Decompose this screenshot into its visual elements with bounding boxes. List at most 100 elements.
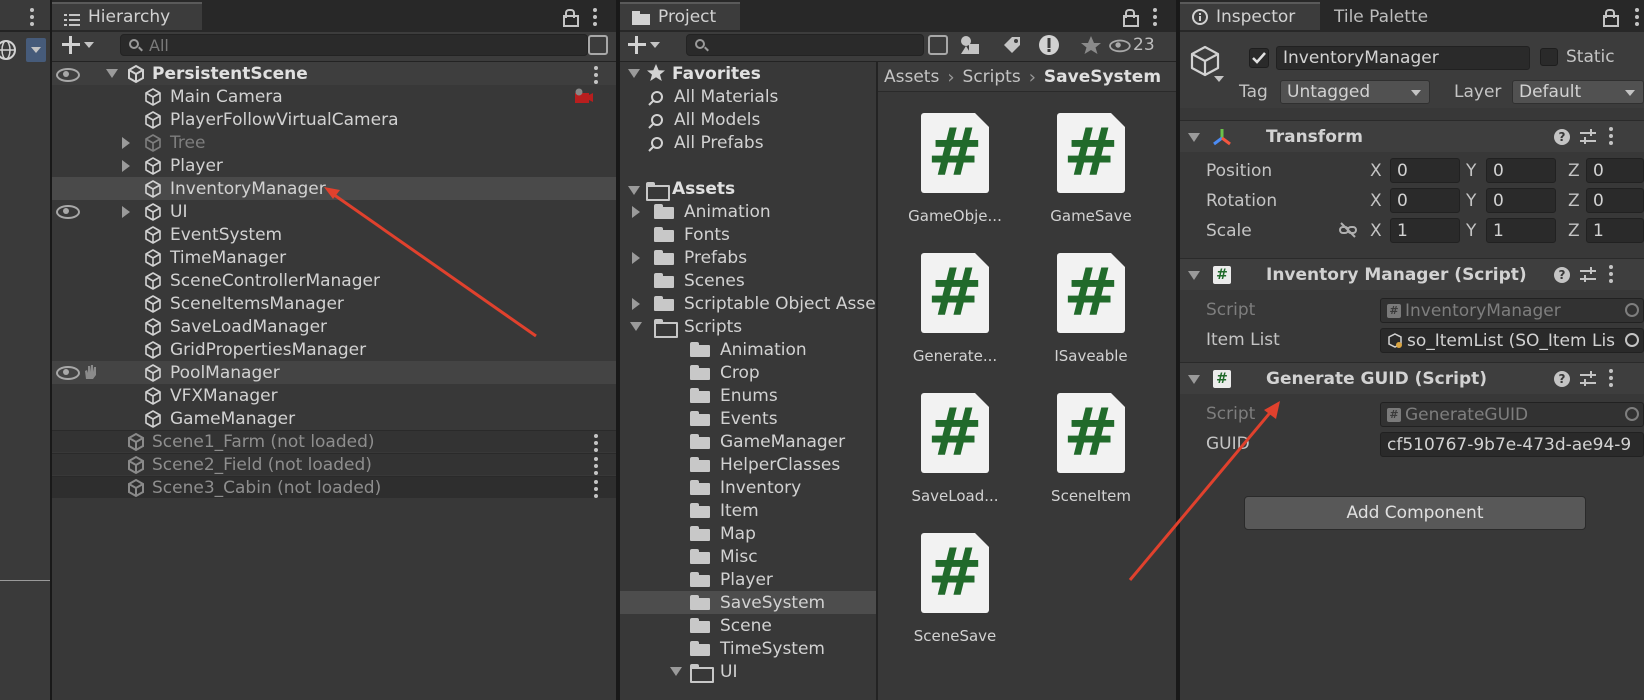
favorite-item[interactable]: All Materials <box>648 85 778 108</box>
expand-arrow-icon[interactable] <box>628 186 640 195</box>
hierarchy-menu-icon[interactable] <box>592 8 598 26</box>
hierarchy-item[interactable]: Player <box>120 154 223 177</box>
project-menu-icon[interactable] <box>1152 8 1158 26</box>
lock-icon[interactable] <box>1603 9 1619 27</box>
search-by-type-icon[interactable] <box>588 35 608 55</box>
hierarchy-search-input[interactable]: All <box>120 34 588 56</box>
scripts-subfolder[interactable]: Player <box>690 568 773 591</box>
breadcrumb-item[interactable]: SaveSystem <box>1044 67 1161 87</box>
asset-folder[interactable]: Scriptable Object Assets <box>630 292 876 315</box>
item-list-field[interactable]: so_ItemList (SO_Item Lis <box>1380 328 1644 353</box>
scale-x-field[interactable]: 1 <box>1390 218 1460 243</box>
breadcrumb-item[interactable]: Scripts <box>963 67 1021 87</box>
globe-icon[interactable] <box>0 38 20 62</box>
expand-arrow-icon[interactable] <box>630 322 642 331</box>
hierarchy-item[interactable]: TimeManager <box>120 246 286 269</box>
presets-icon[interactable] <box>1580 371 1596 387</box>
scene-menu-icon[interactable] <box>594 66 598 84</box>
gameobject-cube-icon[interactable] <box>1188 44 1222 78</box>
tab-project[interactable]: Project <box>620 2 740 30</box>
help-icon[interactable]: ? <box>1554 267 1570 283</box>
inspector-menu-icon[interactable] <box>1634 8 1640 26</box>
hierarchy-item[interactable]: GridPropertiesManager <box>120 338 366 361</box>
component-menu-icon[interactable] <box>1609 369 1613 387</box>
active-checkbox[interactable] <box>1249 48 1269 68</box>
component-menu-icon[interactable] <box>1609 265 1613 283</box>
scripts-subfolder[interactable]: Crop <box>690 361 760 384</box>
expand-arrow-icon[interactable] <box>632 251 640 264</box>
scripts-subfolder[interactable]: Item <box>690 499 759 522</box>
scripts-subfolder[interactable]: HelperClasses <box>690 453 840 476</box>
scale-z-field[interactable]: 1 <box>1586 218 1644 243</box>
create-button[interactable] <box>62 36 94 54</box>
presets-icon[interactable] <box>1580 129 1596 145</box>
favorite-item[interactable]: All Models <box>648 108 760 131</box>
collapse-arrow-icon[interactable] <box>1188 271 1200 280</box>
transform-header[interactable]: Transform ? <box>1180 120 1644 152</box>
component-header[interactable]: # Inventory Manager (Script)? <box>1180 258 1644 290</box>
position-y-field[interactable]: 0 <box>1486 158 1556 183</box>
script-file-icon[interactable]: # <box>921 113 989 193</box>
add-component-button[interactable]: Add Component <box>1244 496 1586 530</box>
asset-folder[interactable]: Scenes <box>630 269 876 292</box>
asset-folder[interactable]: Scripts <box>630 315 876 338</box>
scripts-subfolder[interactable]: Map <box>690 522 756 545</box>
tab-tile-palette[interactable]: Tile Palette <box>1322 2 1472 30</box>
hierarchy-item[interactable]: Main Camera <box>120 85 283 108</box>
tab-hierarchy[interactable]: Hierarchy <box>52 2 202 30</box>
tag-dropdown[interactable]: Untagged <box>1280 80 1430 104</box>
position-x-field[interactable]: 0 <box>1390 158 1460 183</box>
visibility-eye-icon[interactable] <box>56 205 80 219</box>
scripts-subfolder[interactable]: Events <box>690 407 778 430</box>
help-icon[interactable]: ? <box>1554 371 1570 387</box>
component-menu-icon[interactable] <box>1609 127 1613 145</box>
favorite-item[interactable]: All Prefabs <box>648 131 764 154</box>
breadcrumb-item[interactable]: Assets <box>884 67 939 87</box>
expand-arrow-icon[interactable] <box>632 297 640 310</box>
hierarchy-item[interactable]: PlayerFollowVirtualCamera <box>120 108 399 131</box>
scene-menu-icon[interactable] <box>594 434 598 452</box>
scripts-subfolder[interactable]: Misc <box>690 545 758 568</box>
create-asset-button[interactable] <box>628 36 660 54</box>
search-by-type-icon[interactable] <box>928 35 948 55</box>
static-checkbox[interactable] <box>1540 48 1558 66</box>
script-file-icon[interactable]: # <box>1057 113 1125 193</box>
favorite-star-icon[interactable] <box>1080 35 1102 55</box>
help-icon[interactable]: ? <box>1554 129 1570 145</box>
expand-arrow-icon[interactable] <box>670 667 682 676</box>
rotation-y-field[interactable]: 0 <box>1486 188 1556 213</box>
hierarchy-item[interactable]: VFXManager <box>120 384 278 407</box>
script-file-icon[interactable]: # <box>1057 253 1125 333</box>
warning-icon[interactable] <box>1038 34 1060 56</box>
scripts-subfolder[interactable]: Enums <box>690 384 778 407</box>
scripts-subfolder[interactable]: Inventory <box>690 476 801 499</box>
asset-folder[interactable]: Prefabs <box>630 246 876 269</box>
scene-menu-icon[interactable] <box>594 457 598 475</box>
visibility-eye-icon[interactable] <box>56 68 80 82</box>
asset-folder[interactable]: Fonts <box>630 223 876 246</box>
position-z-field[interactable]: 0 <box>1586 158 1644 183</box>
expand-arrow-icon[interactable] <box>122 159 130 172</box>
hierarchy-item[interactable]: GameManager <box>120 407 295 430</box>
scripts-subfolder[interactable]: Animation <box>690 338 807 361</box>
tab-inspector[interactable]: Inspector <box>1180 2 1320 30</box>
object-name-field[interactable]: InventoryManager <box>1276 46 1530 70</box>
expand-arrow-icon[interactable] <box>122 136 130 149</box>
expand-arrow-icon[interactable] <box>628 69 640 78</box>
hierarchy-item[interactable]: Tree <box>120 131 205 154</box>
scene-menu-icon[interactable] <box>594 480 598 498</box>
hierarchy-item[interactable]: PoolManager <box>120 361 280 384</box>
scripts-subfolder[interactable]: GameManager <box>690 430 845 453</box>
filter-by-type-icon[interactable] <box>960 35 982 55</box>
collapse-arrow-icon[interactable] <box>1188 375 1200 384</box>
hierarchy-item[interactable]: UI <box>120 200 187 223</box>
scene-view-menu-icon[interactable] <box>29 8 35 26</box>
script-file-icon[interactable]: # <box>921 533 989 613</box>
rotation-x-field[interactable]: 0 <box>1390 188 1460 213</box>
object-picker-icon[interactable] <box>1625 333 1639 347</box>
icon-dropdown-icon[interactable] <box>1214 76 1224 82</box>
presets-icon[interactable] <box>1580 267 1596 283</box>
lock-icon[interactable] <box>563 9 579 27</box>
scripts-subfolder[interactable]: Scene <box>690 614 772 637</box>
tag-icon[interactable] <box>1002 35 1022 55</box>
